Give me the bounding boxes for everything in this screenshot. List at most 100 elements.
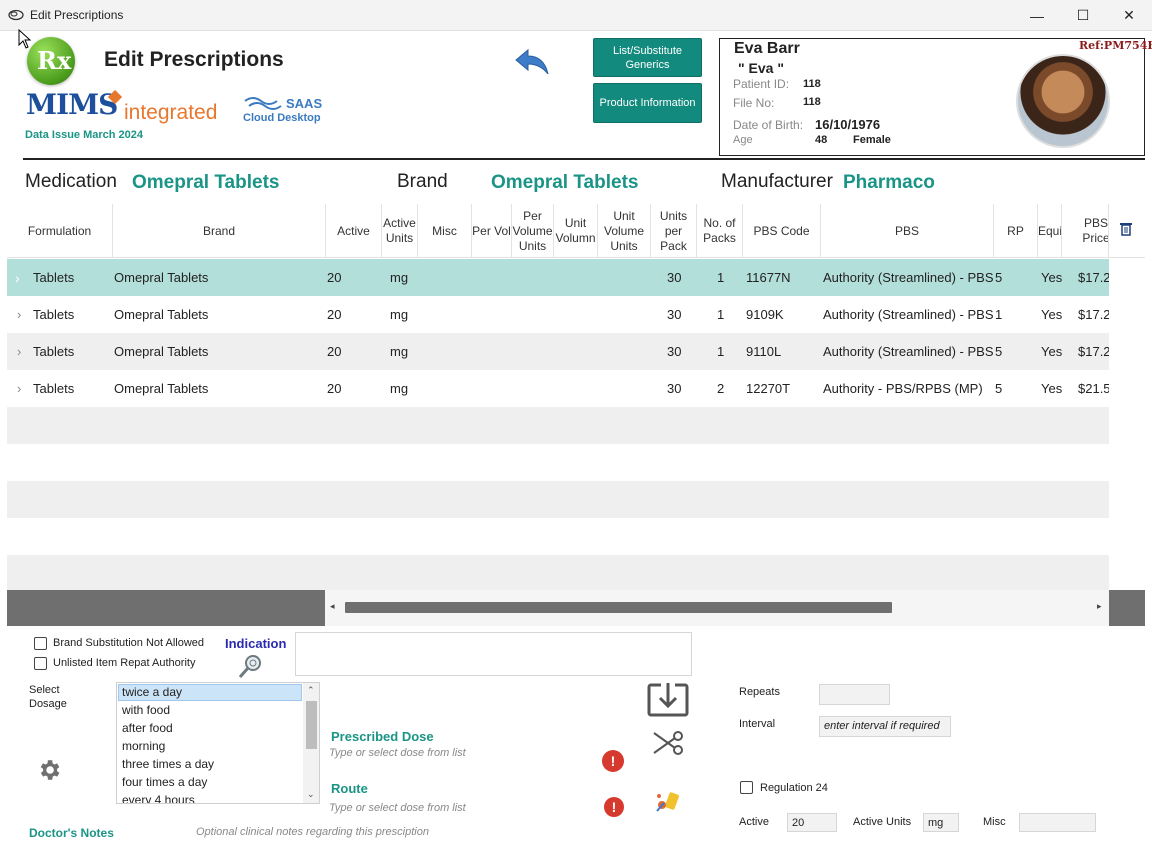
dosage-option[interactable]: every 4 hours: [122, 793, 195, 803]
scroll-down-icon[interactable]: ⌄: [307, 789, 315, 800]
cell-pbs: Authority - PBS/RPBS (MP): [823, 381, 983, 396]
col-brand[interactable]: Brand: [113, 204, 326, 258]
route-input[interactable]: Type or select dose from list: [329, 802, 589, 814]
delete-icon[interactable]: [1120, 222, 1132, 236]
dosage-scroll-thumb[interactable]: [306, 701, 317, 749]
col-per-vol[interactable]: Per Vol: [472, 204, 512, 258]
active-units-input[interactable]: mg: [923, 813, 959, 832]
mims-integrated-text: integrated: [124, 101, 218, 124]
mims-logo: MIMS: [26, 88, 118, 121]
scroll-left-icon[interactable]: ◂: [330, 601, 335, 612]
empty-row: [7, 407, 1109, 444]
select-dosage-label: Select Dosage: [29, 684, 67, 710]
cell-active: 20: [327, 270, 342, 285]
col-unit-volume-units[interactable]: Unit Volume Units: [598, 204, 651, 258]
empty-row: [7, 518, 1109, 555]
col-no-of-packs[interactable]: No. of Packs: [697, 204, 743, 258]
cell-brand: Omepral Tablets: [114, 307, 209, 322]
clear-magic-icon[interactable]: [654, 787, 682, 815]
col-active[interactable]: Active: [326, 204, 382, 258]
cell-units-per-pack: 30: [667, 307, 682, 322]
unlisted-item-checkbox[interactable]: [34, 657, 47, 670]
prescribed-dose-input[interactable]: Type or select dose from list: [329, 747, 589, 759]
empty-row: [7, 481, 1109, 518]
scissors-icon[interactable]: [651, 729, 687, 757]
cell-units-per-pack: 30: [667, 381, 682, 396]
cell-packs: 1: [717, 307, 725, 322]
row-expand-icon[interactable]: ›: [17, 370, 21, 407]
indication-field[interactable]: [295, 632, 692, 676]
minimize-button[interactable]: —: [1014, 0, 1060, 31]
dosage-option[interactable]: after food: [122, 721, 173, 735]
age-value: 48: [815, 134, 828, 146]
misc-input[interactable]: [1019, 813, 1096, 832]
dosage-scrollbar[interactable]: ⌃ ⌄: [303, 683, 319, 803]
brand-label: Brand: [397, 171, 448, 192]
col-active-units[interactable]: Active Units: [382, 204, 418, 258]
col-unit-volumn[interactable]: Unit Volumn: [554, 204, 598, 258]
regulation-24-checkbox[interactable]: [740, 781, 753, 794]
list-substitute-generics-button[interactable]: List/Substitute Generics: [593, 38, 702, 77]
download-icon[interactable]: [647, 681, 689, 717]
col-rp[interactable]: RP: [994, 204, 1038, 258]
table-row[interactable]: › Tablets Omepral Tablets 20 mg 30 1 911…: [7, 333, 1109, 370]
cell-formulation: Tablets: [33, 381, 75, 396]
cell-brand: Omepral Tablets: [114, 344, 209, 359]
cell-packs: 2: [717, 381, 725, 396]
scroll-up-icon[interactable]: ⌃: [307, 685, 315, 696]
product-information-button[interactable]: Product Information: [593, 83, 702, 123]
dosage-option[interactable]: three times a day: [122, 757, 214, 771]
brand-substitution-checkbox[interactable]: [34, 637, 47, 650]
patient-ref: Ref:PM754B: [1079, 39, 1152, 52]
repeats-input[interactable]: [819, 684, 890, 705]
col-per-volume-units[interactable]: Per Volume Units: [512, 204, 554, 258]
medication-label: Medication: [25, 171, 117, 192]
col-pbs[interactable]: PBS: [821, 204, 994, 258]
regulation-24-label: Regulation 24: [760, 782, 828, 794]
doctors-notes-input[interactable]: Optional clinical notes regarding this p…: [196, 826, 646, 838]
frozen-scroll-area: [7, 590, 325, 626]
magnifier-icon[interactable]: [236, 652, 266, 680]
brand-substitution-label: Brand Substitution Not Allowed: [53, 637, 205, 649]
col-units-per-pack[interactable]: Units per Pack: [651, 204, 697, 258]
close-button[interactable]: ✕: [1106, 0, 1152, 31]
table-row[interactable]: › Tablets Omepral Tablets 20 mg 30 1 116…: [7, 259, 1109, 296]
col-pbs-price[interactable]: PBS Price: [1062, 204, 1109, 258]
maximize-button[interactable]: ☐: [1060, 0, 1106, 31]
cell-equiv: Yes: [1041, 344, 1063, 359]
scroll-thumb[interactable]: [345, 602, 892, 613]
dosage-option[interactable]: twice a day: [122, 685, 182, 699]
table-row[interactable]: › Tablets Omepral Tablets 20 mg 30 2 122…: [7, 370, 1109, 407]
dosage-option[interactable]: four times a day: [122, 775, 207, 789]
horizontal-scrollbar[interactable]: ◂ ▸: [7, 590, 1145, 626]
row-expand-icon[interactable]: ›: [15, 259, 20, 296]
dosage-option[interactable]: with food: [122, 703, 170, 717]
scroll-right-icon[interactable]: ▸: [1097, 601, 1102, 612]
dosage-listbox[interactable]: twice a day with food after food morning…: [116, 682, 320, 804]
col-equiv[interactable]: Equiv: [1038, 204, 1062, 258]
back-arrow-icon[interactable]: [512, 48, 550, 78]
cell-packs: 1: [717, 344, 725, 359]
products-grid: Formulation Brand Active Active Units Mi…: [7, 204, 1145, 626]
cell-rp: 1: [995, 307, 1003, 322]
active-input[interactable]: 20: [787, 813, 837, 832]
cell-active: 20: [327, 344, 342, 359]
gear-icon[interactable]: [36, 757, 62, 783]
cell-price: $17.23: [1078, 270, 1109, 285]
col-formulation[interactable]: Formulation: [7, 204, 113, 258]
table-row[interactable]: › Tablets Omepral Tablets 20 mg 30 1 910…: [7, 296, 1109, 333]
dob-value: 16/10/1976: [815, 117, 881, 132]
patient-avatar: [1016, 54, 1110, 148]
col-misc[interactable]: Misc: [418, 204, 472, 258]
row-expand-icon[interactable]: ›: [17, 333, 21, 370]
medication-value: Omepral Tablets: [132, 172, 280, 193]
dosage-option[interactable]: morning: [122, 739, 165, 753]
misc-label: Misc: [983, 816, 1006, 828]
file-no-value: 118: [803, 96, 821, 108]
age-label: Age: [733, 134, 753, 146]
row-expand-icon[interactable]: ›: [17, 296, 21, 333]
dob-label: Date of Birth:: [733, 118, 804, 132]
mouse-cursor-icon: [18, 29, 32, 49]
interval-input[interactable]: enter interval if required: [819, 716, 951, 737]
col-pbs-code[interactable]: PBS Code: [743, 204, 821, 258]
